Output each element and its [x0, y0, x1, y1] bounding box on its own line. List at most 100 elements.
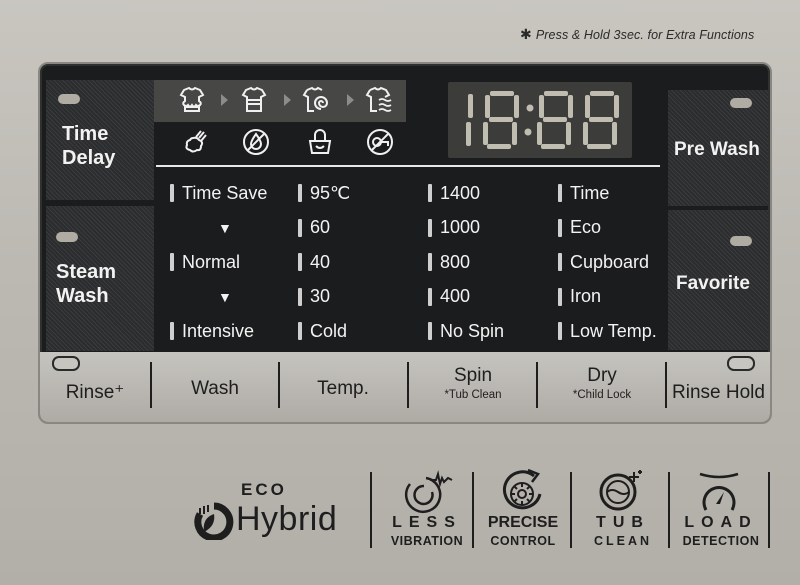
temp-option: 40 [298, 245, 350, 280]
rinse-plus-button[interactable]: Rinse⁺ [40, 352, 150, 414]
option-led [170, 322, 174, 341]
steam-wash-label: Steam Wash [56, 261, 117, 307]
extra-functions-hint: ✱ Press & Hold 3sec. for Extra Functions [520, 26, 754, 43]
temp-label: Temp. [317, 377, 369, 399]
option-led [298, 322, 302, 341]
rinse-plus-led-indicator [52, 356, 80, 371]
time-delay-led-indicator [58, 94, 80, 104]
dry-column: Time Eco Cupboard Iron Low Temp. [558, 176, 657, 349]
arrow-down-icon: ▼ [218, 288, 232, 305]
option-led [558, 253, 562, 272]
precise-label: PRECISE [487, 514, 559, 531]
spin-option: 1400 [428, 176, 504, 211]
no-spin-icon [367, 129, 393, 155]
temp-option: 60 [298, 211, 350, 246]
eco-label: ECO [241, 480, 287, 499]
tub-clean-label: *Tub Clean [444, 388, 502, 401]
temperature-column: 95℃ 60 40 30 Cold [298, 176, 350, 349]
spin-label: Spin [453, 364, 493, 386]
temp-button[interactable]: Temp. [280, 352, 406, 414]
hint-text: Press & Hold 3sec. for Extra Functions [535, 28, 755, 42]
time-display [448, 82, 632, 158]
option-led [298, 184, 302, 203]
spin-column: 1400 1000 800 400 No Spin [428, 176, 504, 349]
arrow-down-icon: ▼ [218, 219, 232, 236]
option-led [170, 184, 174, 203]
dry-option: Eco [558, 211, 657, 246]
digit [583, 91, 619, 149]
course-option: Intensive [170, 314, 267, 349]
dry-label: Dry [587, 364, 617, 386]
logo-separator [370, 472, 372, 548]
rinse-shirt-icon [365, 86, 392, 112]
course-option: Normal [170, 245, 267, 280]
option-led [298, 253, 302, 272]
pre-wash-button[interactable]: Pre Wash [668, 90, 768, 206]
digit [537, 91, 573, 149]
logo-separator [570, 472, 572, 548]
colon-dot [524, 128, 532, 136]
spin-option: 1000 [428, 211, 504, 246]
course-column: Time Save ▼ Normal ▼ Intensive [170, 176, 267, 349]
detection-label: DETECTION [682, 534, 760, 548]
stage-arrow-icon [347, 94, 354, 106]
spin-option: 400 [428, 280, 504, 315]
prewash-shirt-icon [179, 86, 205, 112]
temp-option: 30 [298, 280, 350, 315]
dry-button[interactable]: Dry *Child Lock [538, 352, 666, 414]
control-label: CONTROL [490, 534, 556, 548]
logo-separator [668, 472, 670, 548]
steam-wash-led-indicator [56, 232, 78, 242]
spin-option: 800 [428, 245, 504, 280]
vibration-label: VIBRATION [390, 534, 464, 548]
dry-option: Cupboard [558, 245, 657, 280]
temp-option: Cold [298, 314, 350, 349]
no-water-icon [243, 129, 269, 155]
favorite-button[interactable]: Favorite [668, 210, 768, 350]
spin-button[interactable]: Spin *Tub Clean [409, 352, 537, 414]
colon-dot [526, 104, 534, 112]
hybrid-label: Hybrid [236, 500, 338, 538]
option-led [428, 253, 432, 272]
child-lock-label: *Child Lock [572, 388, 632, 401]
spin-option: No Spin [428, 314, 504, 349]
dry-option: Time [558, 176, 657, 211]
option-led [298, 287, 302, 306]
option-led [558, 287, 562, 306]
dry-option: Iron [558, 280, 657, 315]
pre-wash-label: Pre Wash [674, 139, 760, 160]
pre-wash-led-indicator [730, 98, 752, 108]
dry-option: Low Temp. [558, 314, 657, 349]
less-label: LESS [392, 514, 462, 531]
rinse-plus-label: Rinse⁺ [65, 381, 125, 403]
course-option: Time Save [170, 176, 267, 211]
load-detection-icon [699, 472, 739, 511]
option-led [558, 218, 562, 237]
panel-divider [156, 165, 660, 167]
bottom-button-strip: Rinse⁺ Wash Temp. Spin *Tub Clean Dry *C… [40, 352, 770, 422]
temp-option: 95℃ [298, 176, 350, 211]
stage-arrow-icon [221, 94, 228, 106]
wash-shirt-icon [241, 86, 267, 112]
time-delay-button[interactable]: Time Delay [46, 80, 154, 200]
option-led [558, 322, 562, 341]
seven-segment-digits [466, 91, 619, 149]
stage-arrow-icon [284, 94, 291, 106]
precise-control-icon [503, 468, 542, 510]
child-lock-icon [308, 129, 332, 154]
segment [466, 122, 471, 146]
option-led [298, 218, 302, 237]
segment [468, 94, 473, 118]
spin-shirt-icon [302, 86, 329, 112]
steam-icon [185, 130, 207, 153]
option-led [428, 287, 432, 306]
wash-label: Wash [191, 377, 239, 399]
asterisk-icon: ✱ [520, 26, 532, 42]
control-panel: TimeDelay SteamWash Pre Wash Favorite [38, 62, 772, 424]
wash-button[interactable]: Wash [152, 352, 278, 414]
option-led [170, 253, 174, 272]
rinse-hold-button[interactable]: Rinse Hold [667, 352, 770, 414]
steam-wash-button[interactable]: Steam Wash [46, 206, 154, 351]
time-delay-label: Time Delay [62, 123, 116, 169]
eco-hybrid-leaf-icon [194, 502, 234, 540]
